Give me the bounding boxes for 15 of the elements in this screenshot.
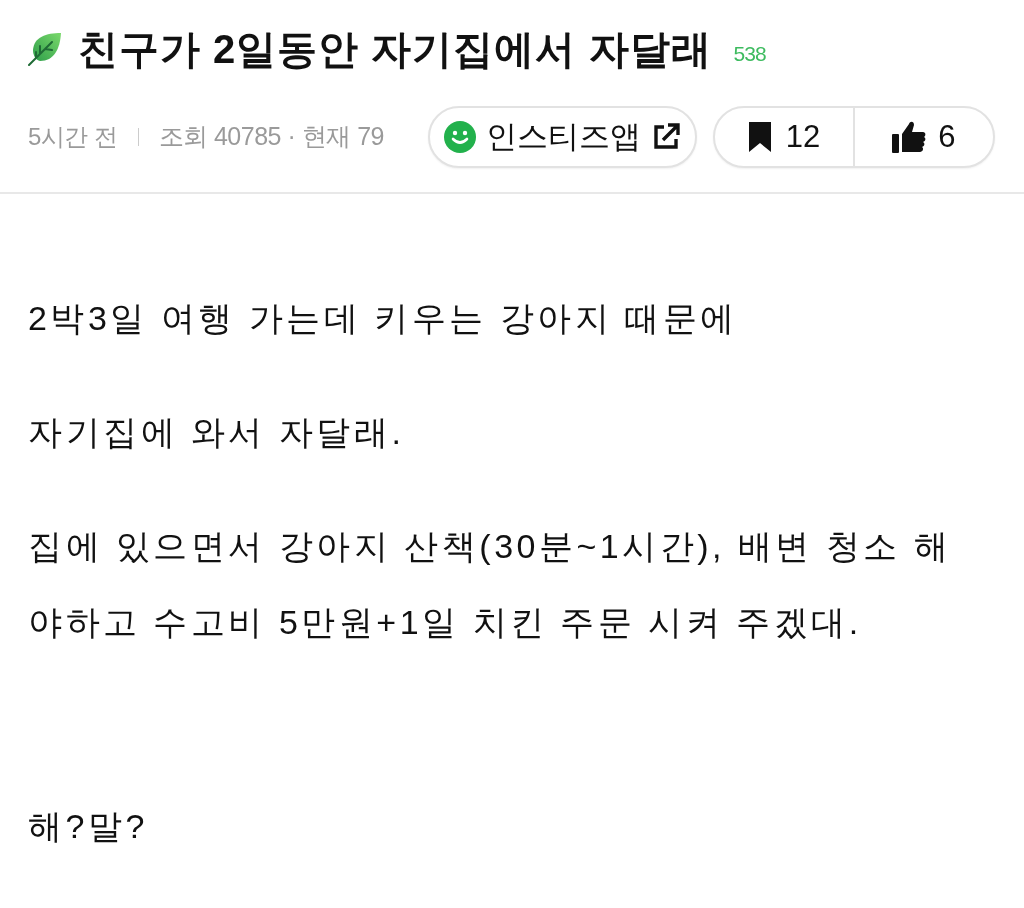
bookmark-button[interactable]: 12 [714, 108, 855, 166]
body-paragraph: 자기집에 와서 자달래. [28, 412, 406, 453]
leaf-icon [28, 32, 62, 66]
smiley-icon [443, 121, 476, 153]
body-paragraph: 해?말? [28, 806, 149, 847]
post-title: 친구가 2일동안 자기집에서 자달래 [78, 26, 712, 73]
body-paragraph: 2박3일 여행 가는데 키우는 강아지 때문에 [28, 298, 739, 339]
like-button[interactable]: 6 [854, 108, 993, 166]
app-link-button[interactable]: 인스티즈앱 [427, 106, 697, 168]
post-time: 5시간 전 [28, 122, 118, 152]
body-paragraph: 집에 있으면서 강아지 산책(30분~1시간), 배변 청소 해야하고 수고비 5만원+1일 치킨 주문 시켜 주겠대. [28, 526, 953, 643]
bookmark-icon [747, 122, 772, 152]
comment-count: 538 [733, 41, 766, 68]
thumbs-up-icon [892, 121, 927, 153]
view-count: 조회 40785 · 현재 79 [158, 121, 384, 153]
